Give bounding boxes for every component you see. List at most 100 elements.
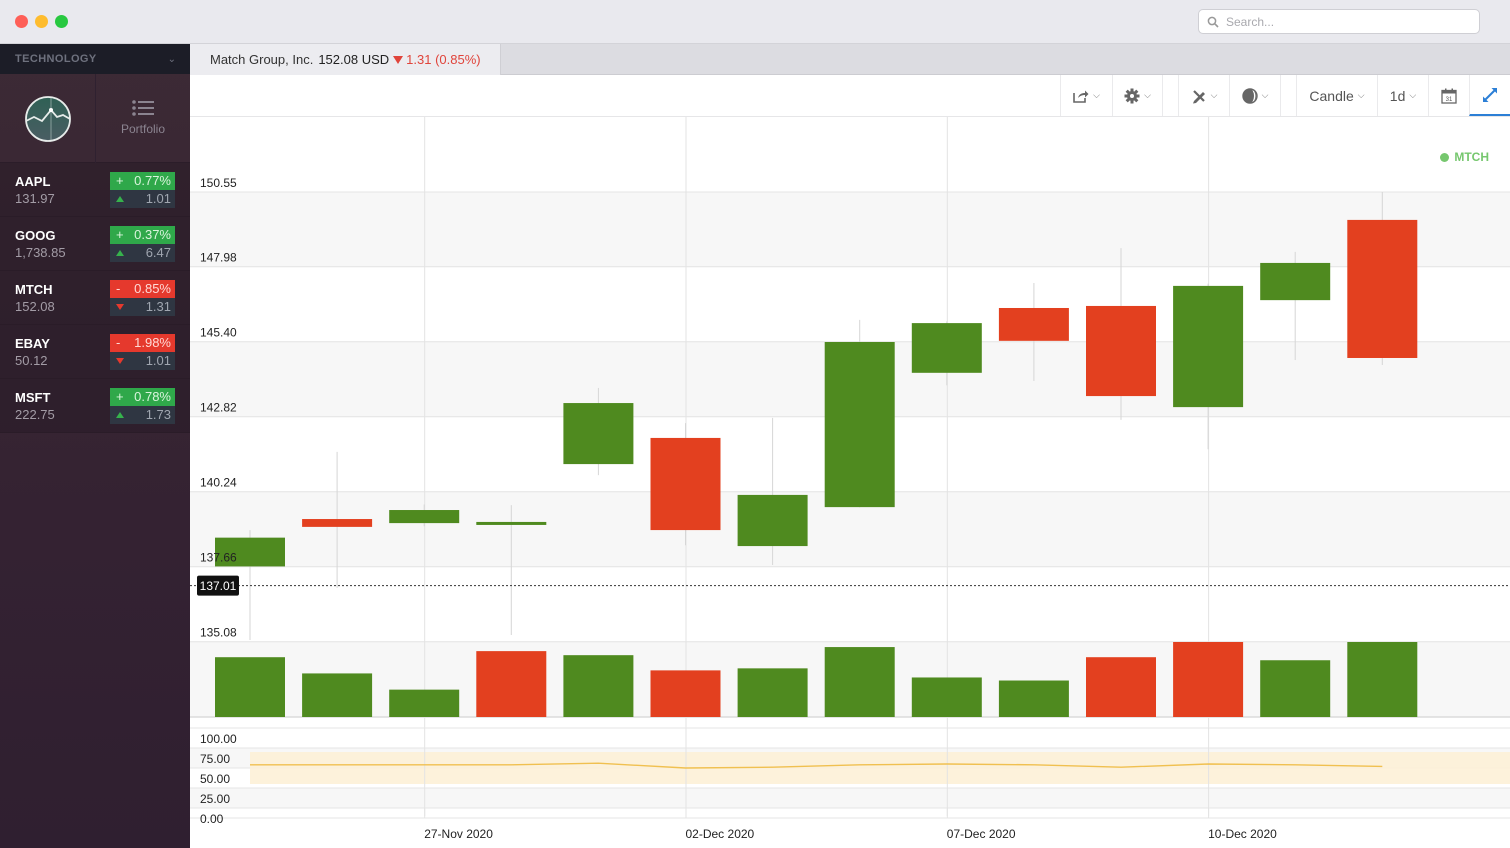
rsi-band (250, 752, 1510, 784)
ticker-list: AAPL 131.97 +0.77% 1.01 GOOG 1,738.85 +0.37% 6.… (0, 163, 190, 433)
rsi-pane-band (190, 788, 1510, 808)
rsi-tick-label: 100.00 (200, 732, 237, 746)
ticker-row-aapl[interactable]: AAPL 131.97 +0.77% 1.01 (0, 163, 190, 217)
theme-button[interactable]: ⌵ (1229, 75, 1280, 116)
ticker-row-mtch[interactable]: MTCH 152.08 -0.85% 1.31 (0, 271, 190, 325)
price-tick-label: 150.55 (200, 176, 237, 190)
fullscreen-button[interactable] (1469, 75, 1510, 116)
rsi-tick-label: 25.00 (200, 792, 230, 806)
ticker-symbol: MTCH (15, 281, 53, 297)
close-window-button[interactable] (15, 15, 28, 28)
up-triangle-icon (116, 195, 124, 202)
sidebar-nav: Portfolio (0, 74, 190, 163)
current-price-label: 137.01 (200, 579, 237, 593)
candle-body (824, 342, 895, 508)
ticker-row-msft[interactable]: MSFT 222.75 +0.78% 1.73 (0, 379, 190, 433)
volume-bar (650, 670, 721, 717)
ticker-row-ebay[interactable]: EBAY 50.12-1.98% 1.01 (0, 325, 190, 379)
candle-body (1347, 219, 1418, 358)
up-triangle-icon (116, 411, 124, 418)
sector-dropdown[interactable]: TECHNOLOGY ⌄ (0, 44, 190, 74)
volume-bar (1347, 642, 1418, 717)
candle-body (650, 437, 721, 531)
price-pane-band (190, 192, 1510, 267)
date-range-button[interactable]: 31 (1428, 75, 1469, 116)
change-value: 1.73 (145, 407, 171, 422)
app-window: TECHNOLOGY ⌄ Portfolio (0, 0, 1510, 848)
percent-sign: - (116, 335, 121, 350)
ticker-change-box: +0.77% 1.01 (110, 171, 175, 208)
share-button[interactable]: ⌵ (1060, 75, 1112, 116)
down-triangle-icon (116, 303, 124, 310)
volume-bar (911, 677, 982, 717)
candle-body (737, 494, 808, 547)
toolbar-separator (1280, 75, 1296, 116)
ticker-symbol: AAPL (15, 173, 51, 189)
candlestick-chart[interactable]: 137.01 150.55 147.98 145.40 142.82 140.24 137.… (190, 117, 1510, 848)
percent-value: 0.85% (134, 281, 171, 296)
contrast-icon (1241, 87, 1258, 104)
percent-value: 1.98% (134, 335, 171, 350)
share-icon (1073, 90, 1089, 103)
percent-sign: + (116, 173, 124, 188)
down-triangle-icon (116, 357, 124, 364)
rsi-tick-label: 50.00 (200, 772, 230, 786)
legend-dot-icon (1440, 152, 1450, 162)
stocks-logo-button[interactable] (0, 74, 96, 163)
drawing-tools-button[interactable]: ⌵ (1178, 75, 1229, 116)
portfolio-label: Portfolio (120, 122, 166, 136)
chart-legend[interactable]: MTCH (1440, 150, 1489, 164)
price-tick-label: 145.40 (200, 326, 237, 340)
search-icon (1207, 16, 1219, 28)
price-tick-label: 142.82 (200, 401, 237, 415)
svg-text:31: 31 (1446, 97, 1453, 103)
tab-match-group[interactable]: Match Group, Inc. 152.08 USD 1.31 (0.85%… (190, 44, 501, 75)
settings-button[interactable]: ⌵ (1112, 75, 1162, 116)
absolute-change: 1.73 (110, 405, 175, 424)
volume-bar (998, 680, 1069, 717)
chevron-down-icon: ⌄ (167, 53, 176, 65)
date-tick-label: 27-Nov 2020 (424, 827, 493, 841)
volume-bar (302, 673, 373, 717)
volume-bar (563, 655, 634, 717)
ticker-info: MSFT 222.75 (15, 390, 55, 422)
ticker-info: MTCH 152.08 (15, 282, 55, 314)
date-tick-label: 07-Dec 2020 (947, 827, 1016, 841)
search-field[interactable] (1198, 9, 1480, 34)
maximize-window-button[interactable] (55, 15, 68, 28)
change-value: 1.01 (145, 191, 171, 206)
percent-sign: - (116, 281, 121, 296)
chart-area[interactable]: 137.01 150.55 147.98 145.40 142.82 140.24 137.… (190, 117, 1510, 848)
change-value: 1.01 (145, 353, 171, 368)
candle-body (1173, 285, 1244, 408)
interval-dropdown[interactable]: 1d ⌵ (1377, 75, 1428, 116)
chart-type-dropdown[interactable]: Candle ⌵ (1296, 75, 1377, 116)
change-value: 1.31 (145, 299, 171, 314)
ticker-price: 131.97 (15, 190, 55, 206)
volume-bar (389, 689, 460, 717)
ticker-price: 1,738.85 (15, 244, 66, 260)
chevron-down-icon: ⌵ (1357, 90, 1365, 100)
expand-icon (1483, 87, 1497, 102)
change-value: 6.47 (145, 245, 171, 260)
absolute-change: 1.01 (110, 189, 175, 208)
drawing-tools-icon (1192, 89, 1205, 103)
search-input[interactable] (1226, 14, 1466, 29)
ticker-change-box: -1.98% 1.01 (110, 333, 175, 370)
ticker-change-box: +0.78% 1.73 (110, 387, 175, 424)
volume-bar (1260, 660, 1331, 717)
percent-change-badge: +0.77% (110, 171, 175, 190)
candle-body (998, 307, 1069, 341)
percent-change-badge: +0.37% (110, 225, 175, 244)
price-tick-label: 135.08 (200, 626, 237, 640)
chevron-down-icon: ⌵ (1144, 90, 1151, 100)
sidebar: TECHNOLOGY ⌄ Portfolio AAPL 131.97 + 0.7… (0, 44, 190, 848)
ticker-row-goog[interactable]: GOOG 1,738.85 +0.37% 6.47 (0, 217, 190, 271)
minimize-window-button[interactable] (35, 15, 48, 28)
sidebar-item-portfolio[interactable]: Portfolio (96, 74, 190, 162)
ticker-symbol: MSFT (15, 389, 51, 405)
percent-value: 0.77% (134, 173, 171, 188)
tab-bar: Match Group, Inc. 152.08 USD 1.31 (0.85%… (190, 44, 1510, 75)
date-tick-label: 02-Dec 2020 (686, 827, 755, 841)
volume-bar (1086, 657, 1156, 717)
